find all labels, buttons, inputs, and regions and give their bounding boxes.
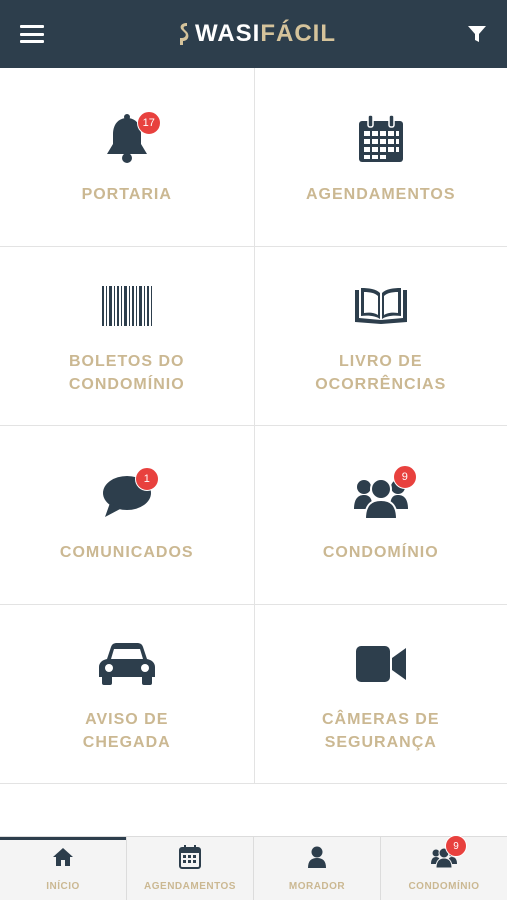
logo-text-facil: FÁCIL (260, 20, 336, 47)
menu-icon-wrap (341, 634, 421, 694)
menu-grid: 17 PORTARIA AGENDAMENTOS BOLETOS DO COND… (0, 68, 507, 784)
menu-item-agendamentos[interactable]: AGENDAMENTOS (253, 68, 507, 246)
notification-badge: 1 (134, 466, 159, 491)
open-book-icon (354, 288, 407, 324)
menu-icon-wrap: 9 (341, 464, 421, 527)
menu-item-label: AGENDAMENTOS (306, 185, 456, 203)
tab-inicio[interactable]: INÍCIO (0, 837, 126, 900)
menu-item-label: CÂMERAS DE SEGURANÇA (321, 711, 440, 751)
menu-item-condominio[interactable]: 9 CONDOMÍNIO (253, 426, 507, 604)
tab-label: AGENDAMENTOS (144, 881, 236, 892)
tab-icon-wrap (179, 843, 201, 871)
calendar-icon (358, 114, 403, 162)
menu-item-label: PORTARIA (81, 185, 172, 203)
menu-item-label: COMUNICADOS (59, 543, 194, 561)
menu-icon-wrap (341, 109, 421, 169)
menu-row: 17 PORTARIA AGENDAMENTOS (0, 68, 507, 247)
notification-badge: 9 (445, 835, 467, 857)
menu-item-aviso-chegada[interactable]: AVISO DE CHEGADA (0, 605, 254, 783)
menu-icon-wrap: 1 (87, 466, 167, 527)
barcode-icon (101, 286, 152, 326)
menu-item-comunicados[interactable]: 1 COMUNICADOS (0, 426, 254, 604)
tab-icon-wrap (307, 843, 327, 871)
filter-funnel-icon[interactable] (467, 24, 487, 44)
logo-text-wasi: WASI (195, 20, 261, 47)
calendar-icon (179, 845, 201, 869)
logo-text: WASIFÁCIL (195, 20, 336, 48)
menu-icon-wrap (87, 276, 167, 336)
tab-morador[interactable]: MORADOR (253, 837, 380, 900)
tab-label: INÍCIO (46, 881, 80, 892)
tab-label: CONDOMÍNIO (408, 881, 480, 892)
tab-agendamentos[interactable]: AGENDAMENTOS (126, 837, 253, 900)
app-logo: WASIFÁCIL (175, 20, 336, 48)
menu-item-label: AVISO DE CHEGADA (82, 711, 171, 751)
menu-item-livro-ocorrencias[interactable]: LIVRO DE OCORRÊNCIAS (253, 247, 507, 425)
menu-icon-wrap: 17 (87, 109, 167, 169)
car-icon (98, 643, 155, 685)
menu-item-portaria[interactable]: 17 PORTARIA (0, 68, 254, 246)
app-screen: WASIFÁCIL 17 PORTARIA AGENDAMENTOS BOLET… (0, 0, 507, 900)
menu-item-label: LIVRO DE OCORRÊNCIAS (315, 353, 447, 393)
tab-icon-wrap (52, 843, 74, 871)
tab-icon-wrap: 9 (431, 835, 467, 871)
menu-row: AVISO DE CHEGADA CÂMERAS DE SEGURANÇA (0, 605, 507, 784)
top-bar: WASIFÁCIL (0, 0, 507, 68)
menu-row: BOLETOS DO CONDOMÍNIO LIVRO DE OCORRÊNCIAS (0, 247, 507, 426)
tab-label: MORADOR (288, 881, 346, 892)
notification-badge: 17 (136, 110, 161, 135)
menu-row: 1 COMUNICADOS 9 CONDOMÍNIO (0, 426, 507, 605)
menu-item-cameras-seguranca[interactable]: CÂMERAS DE SEGURANÇA (253, 605, 507, 783)
menu-item-boletos[interactable]: BOLETOS DO CONDOMÍNIO (0, 247, 254, 425)
bottom-tab-bar: INÍCIO AGENDAMENTOS MORADOR 9 CONDOMÍNIO (0, 835, 507, 900)
menu-item-label: BOLETOS DO CONDOMÍNIO (68, 353, 185, 393)
menu-icon-wrap (87, 634, 167, 694)
person-icon (308, 846, 326, 868)
notification-badge: 9 (392, 464, 417, 489)
menu-item-label: CONDOMÍNIO (322, 543, 439, 561)
logo-mark-icon (180, 23, 189, 45)
menu-icon-wrap (341, 276, 421, 336)
tab-condominio[interactable]: 9 CONDOMÍNIO (380, 835, 507, 900)
hamburger-menu-icon[interactable] (20, 25, 44, 43)
video-camera-icon (355, 646, 406, 682)
home-icon (53, 848, 73, 866)
